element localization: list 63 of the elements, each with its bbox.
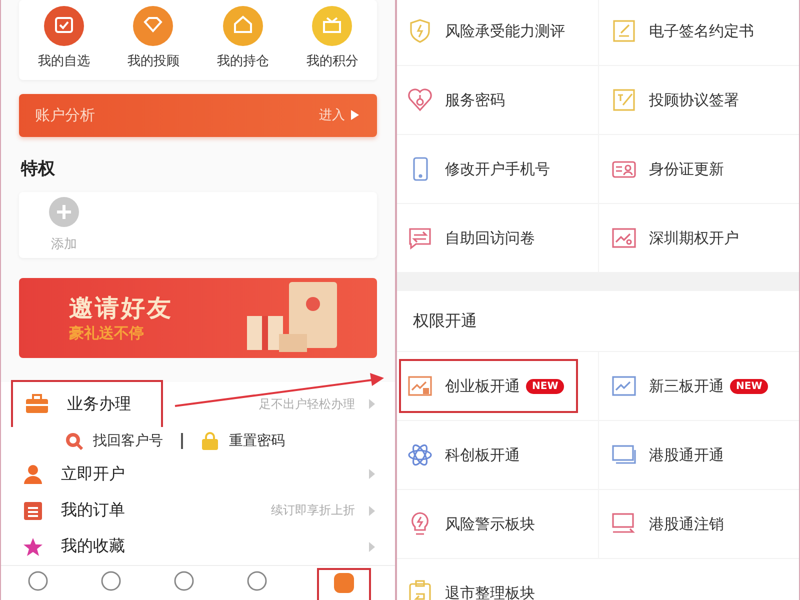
chevron-icon <box>369 506 375 516</box>
tab-icon[interactable] <box>172 570 195 592</box>
permission-item[interactable]: 风险警示板块 <box>397 490 598 559</box>
permission-item[interactable]: 退市整理板块 <box>397 559 598 600</box>
quick-action[interactable]: 我的投顾 <box>108 6 198 70</box>
permission-item[interactable]: 港股通注销 <box>598 490 799 559</box>
menu-item[interactable]: 立即开户 <box>1 456 395 493</box>
tab-icon[interactable] <box>333 572 356 594</box>
banner-title: 邀请好友 <box>69 293 173 324</box>
star-icon <box>23 536 43 557</box>
quick-action[interactable]: 我的持仓 <box>198 6 288 70</box>
service-item[interactable]: 投顾协议签署 <box>598 66 799 135</box>
banner-subtitle: 豪礼送不停 <box>69 324 145 344</box>
tab-icon[interactable] <box>100 570 122 592</box>
list-icon <box>23 500 43 521</box>
checkbox-icon <box>44 6 84 46</box>
menu-hint: 续订即享折上折 <box>271 502 355 520</box>
sub-link[interactable]: 找回客户号 <box>65 432 163 450</box>
menu-item[interactable]: 我的订单 续订即享折上折 <box>1 492 395 529</box>
permission-item[interactable]: 科创板开通 <box>397 421 598 490</box>
sub-link[interactable]: 重置密码 <box>201 432 285 450</box>
permission-item[interactable]: 港股通开通 <box>598 421 799 490</box>
account-analysis-title: 账户分析 <box>35 106 95 125</box>
magnifier-icon <box>65 432 83 450</box>
quick-action[interactable]: 我的积分 <box>288 6 377 70</box>
permission-item[interactable]: 创业板开通 NEW <box>397 352 598 421</box>
section-title: 权限开通 <box>397 291 799 352</box>
new-badge: NEW <box>730 378 768 394</box>
chart-icon <box>611 373 637 399</box>
menu-item[interactable]: 业务办理 足不出户轻松办理 <box>1 382 395 427</box>
tab-icon[interactable] <box>26 570 49 592</box>
chart-icon <box>407 373 433 399</box>
service-item[interactable]: 风险承受能力测评 <box>397 0 598 66</box>
permission-item[interactable]: 新三板开通 NEW <box>598 352 799 421</box>
chevron-icon <box>369 542 375 552</box>
document-icon <box>611 87 637 113</box>
chevron-icon <box>369 399 375 410</box>
service-item[interactable]: 修改开户手机号 <box>397 135 598 204</box>
briefcase-icon <box>25 394 49 414</box>
menu-hint: 足不出户轻松办理 <box>259 396 355 413</box>
quick-action[interactable]: 我的自选 <box>19 6 108 70</box>
swap-icon <box>407 225 433 251</box>
service-item[interactable]: 身份证更新 <box>598 135 799 204</box>
person-icon <box>23 464 43 484</box>
chevron-icon <box>369 469 375 480</box>
padlock-icon <box>201 432 219 450</box>
chart-icon <box>611 225 637 251</box>
menu-item[interactable]: 我的收藏 <box>1 528 395 566</box>
section-title: 特权 <box>20 158 56 181</box>
play-icon <box>351 110 359 120</box>
plus-icon <box>49 196 79 227</box>
atom-icon <box>407 442 433 468</box>
pen-icon <box>611 18 637 44</box>
clipboard-icon <box>407 580 433 600</box>
new-badge: NEW <box>526 378 564 394</box>
house-icon <box>222 6 263 46</box>
tab-icon[interactable] <box>246 570 268 592</box>
service-item[interactable]: 电子签名约定书 <box>598 0 799 66</box>
highlight-box: 创业板开通 NEW <box>401 361 576 411</box>
service-item[interactable]: 服务密码 <box>397 66 598 135</box>
shield-icon <box>407 18 433 44</box>
highlight-box: 业务办理 <box>13 382 161 427</box>
heart-icon <box>407 87 433 113</box>
